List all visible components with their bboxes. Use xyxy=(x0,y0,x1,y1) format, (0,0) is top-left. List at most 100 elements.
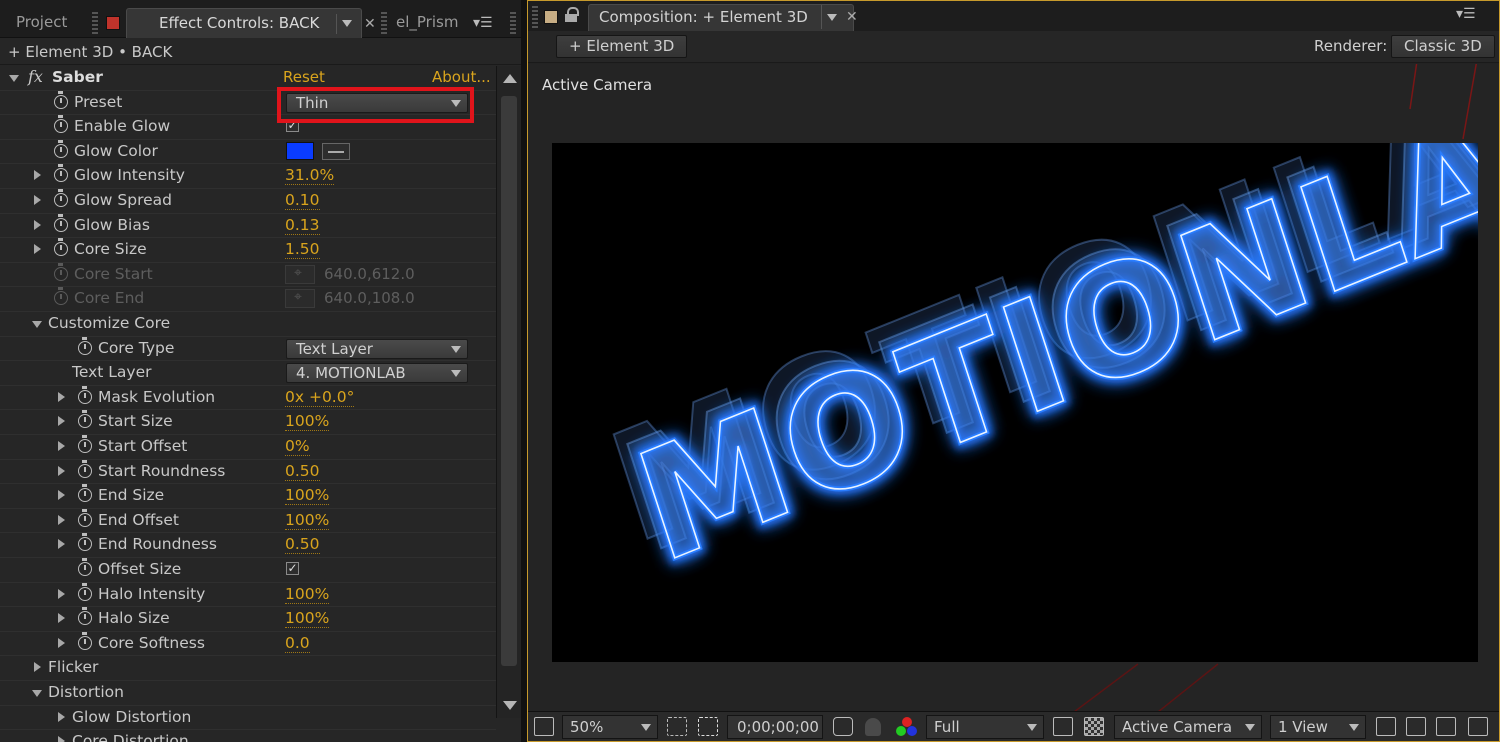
stopwatch-icon[interactable] xyxy=(54,238,68,257)
expand-triangle-icon[interactable] xyxy=(58,514,65,525)
scroll-down-icon[interactable] xyxy=(503,701,517,710)
prop-value[interactable]: 0.0 xyxy=(285,634,310,653)
lock-icon[interactable] xyxy=(564,7,579,23)
expand-triangle-icon[interactable] xyxy=(34,662,41,673)
tab-dropdown-icon[interactable] xyxy=(820,5,843,29)
prop-value[interactable]: 0% xyxy=(285,437,310,456)
about-link[interactable]: About... xyxy=(432,68,491,86)
expand-triangle-icon[interactable] xyxy=(58,637,65,648)
stopwatch-icon[interactable] xyxy=(78,385,92,404)
prop-value[interactable]: 100% xyxy=(285,511,330,530)
expand-triangle-icon[interactable] xyxy=(58,391,65,402)
expand-triangle-icon[interactable] xyxy=(58,441,65,451)
expand-triangle-icon[interactable] xyxy=(58,465,65,476)
prop-value[interactable]: 100% xyxy=(285,486,330,506)
timeline-icon[interactable] xyxy=(1436,717,1456,736)
stopwatch-icon[interactable] xyxy=(78,558,92,576)
stopwatch-icon[interactable] xyxy=(54,90,68,109)
expand-triangle-icon[interactable] xyxy=(34,170,41,181)
renderer-button[interactable]: Classic 3D xyxy=(1391,35,1495,58)
text-layer-dropdown[interactable]: 4. MOTIONLAB xyxy=(286,363,468,384)
group-flicker[interactable]: Flicker xyxy=(0,656,496,681)
show-snapshot-icon[interactable] xyxy=(865,718,881,736)
safe-zones-icon[interactable] xyxy=(667,717,687,736)
stopwatch-icon[interactable] xyxy=(78,631,92,650)
expand-triangle-icon[interactable] xyxy=(34,244,41,255)
scroll-thumb[interactable] xyxy=(501,96,517,666)
prop-value[interactable]: 0.50 xyxy=(285,462,320,481)
prop-value[interactable]: 0.10 xyxy=(285,191,320,210)
prop-value[interactable]: 100% xyxy=(285,609,330,629)
composition-viewer[interactable]: Active Camera MOTIONLAB MOTIONLAB MOTION… xyxy=(528,64,1499,711)
group-customize-core[interactable]: Customize Core xyxy=(0,312,496,337)
stopwatch-icon[interactable] xyxy=(78,410,92,429)
stopwatch-icon[interactable] xyxy=(78,336,92,355)
collapse-triangle-icon[interactable] xyxy=(32,321,42,328)
region-of-interest-icon[interactable] xyxy=(1053,717,1073,736)
tab-dropdown-icon[interactable] xyxy=(336,14,356,34)
expand-triangle-icon[interactable] xyxy=(34,219,41,230)
tab-effect-controls[interactable]: Effect Controls: BACK xyxy=(126,8,362,38)
panel-grip-icon[interactable] xyxy=(532,6,538,28)
color-channels-icon[interactable] xyxy=(896,717,918,737)
toggle-pixel-aspect-icon[interactable] xyxy=(1376,717,1396,736)
expand-triangle-icon[interactable] xyxy=(58,588,65,599)
stopwatch-icon[interactable] xyxy=(54,189,68,207)
panel-grip-icon[interactable] xyxy=(92,12,98,34)
stopwatch-icon[interactable] xyxy=(78,508,92,527)
camera-view-dropdown[interactable]: Active Camera xyxy=(1114,715,1262,739)
camera-snapshot-icon[interactable] xyxy=(833,717,853,736)
close-tab-icon[interactable]: ✕ xyxy=(364,16,376,32)
tab-composition[interactable]: Composition: + Element 3D xyxy=(588,4,854,31)
stopwatch-icon[interactable] xyxy=(54,139,68,158)
tab-el-prism[interactable]: el_Prism xyxy=(388,8,466,38)
stopwatch-icon[interactable] xyxy=(54,115,68,134)
prop-value[interactable]: 0x +0.0° xyxy=(285,388,355,407)
prop-value[interactable]: 0.13 xyxy=(285,216,320,235)
reset-link[interactable]: Reset xyxy=(283,68,325,86)
stopwatch-icon[interactable] xyxy=(54,164,68,183)
expand-triangle-icon[interactable] xyxy=(58,490,65,501)
view-layout-dropdown[interactable]: 1 View xyxy=(1270,715,1366,739)
prop-value[interactable]: 0.50 xyxy=(285,535,320,555)
stopwatch-icon[interactable] xyxy=(78,435,92,453)
expand-triangle-icon[interactable] xyxy=(58,711,65,722)
panel-menu-icon[interactable]: ▾☰ xyxy=(473,15,493,31)
stopwatch-icon[interactable] xyxy=(54,213,68,232)
expand-triangle-icon[interactable] xyxy=(58,416,65,427)
always-preview-icon[interactable] xyxy=(534,717,554,736)
panel-grip-icon[interactable] xyxy=(381,12,387,34)
mask-visibility-icon[interactable] xyxy=(698,717,718,736)
group-distortion[interactable]: Distortion xyxy=(0,681,496,706)
close-tab-icon[interactable]: ✕ xyxy=(846,9,858,25)
comp-flowchart-button[interactable]: + Element 3D xyxy=(556,35,688,58)
stopwatch-icon[interactable] xyxy=(78,484,92,503)
timecode-display[interactable]: 0;00;00;00 xyxy=(727,715,823,739)
prop-value[interactable]: 31.0% xyxy=(285,166,335,186)
fx-icon[interactable]: fx xyxy=(28,67,43,86)
stopwatch-icon[interactable] xyxy=(78,459,92,478)
panel-menu-icon[interactable]: ▾☰ xyxy=(1456,6,1476,22)
resolution-dropdown[interactable]: Full xyxy=(926,715,1044,739)
flowchart-icon[interactable] xyxy=(1468,717,1488,736)
prop-value[interactable]: 100% xyxy=(285,585,330,604)
panel-grip-icon[interactable] xyxy=(510,12,516,34)
collapse-triangle-icon[interactable] xyxy=(32,690,42,697)
expand-triangle-icon[interactable] xyxy=(58,539,65,550)
expand-triangle-icon[interactable] xyxy=(58,613,65,624)
stopwatch-icon[interactable] xyxy=(78,582,92,601)
eyedropper-icon[interactable] xyxy=(322,142,350,160)
glow-color-swatch[interactable] xyxy=(286,141,314,160)
fast-previews-icon[interactable] xyxy=(1406,717,1426,736)
group-core-distortion[interactable]: Core Distortion xyxy=(0,730,496,742)
scroll-up-icon[interactable] xyxy=(503,74,517,83)
render-canvas[interactable]: MOTIONLAB MOTIONLAB MOTIONLAB MOTIONLAB … xyxy=(552,143,1478,662)
transparency-grid-icon[interactable] xyxy=(1084,717,1104,736)
collapse-triangle-icon[interactable] xyxy=(9,75,19,82)
prop-value[interactable]: 1.50 xyxy=(285,240,320,260)
offset-size-checkbox[interactable]: ✓ xyxy=(286,562,299,575)
tab-project[interactable]: Project xyxy=(8,8,75,38)
group-glow-distortion[interactable]: Glow Distortion xyxy=(0,706,496,731)
expand-triangle-icon[interactable] xyxy=(58,736,65,742)
expand-triangle-icon[interactable] xyxy=(34,195,41,205)
